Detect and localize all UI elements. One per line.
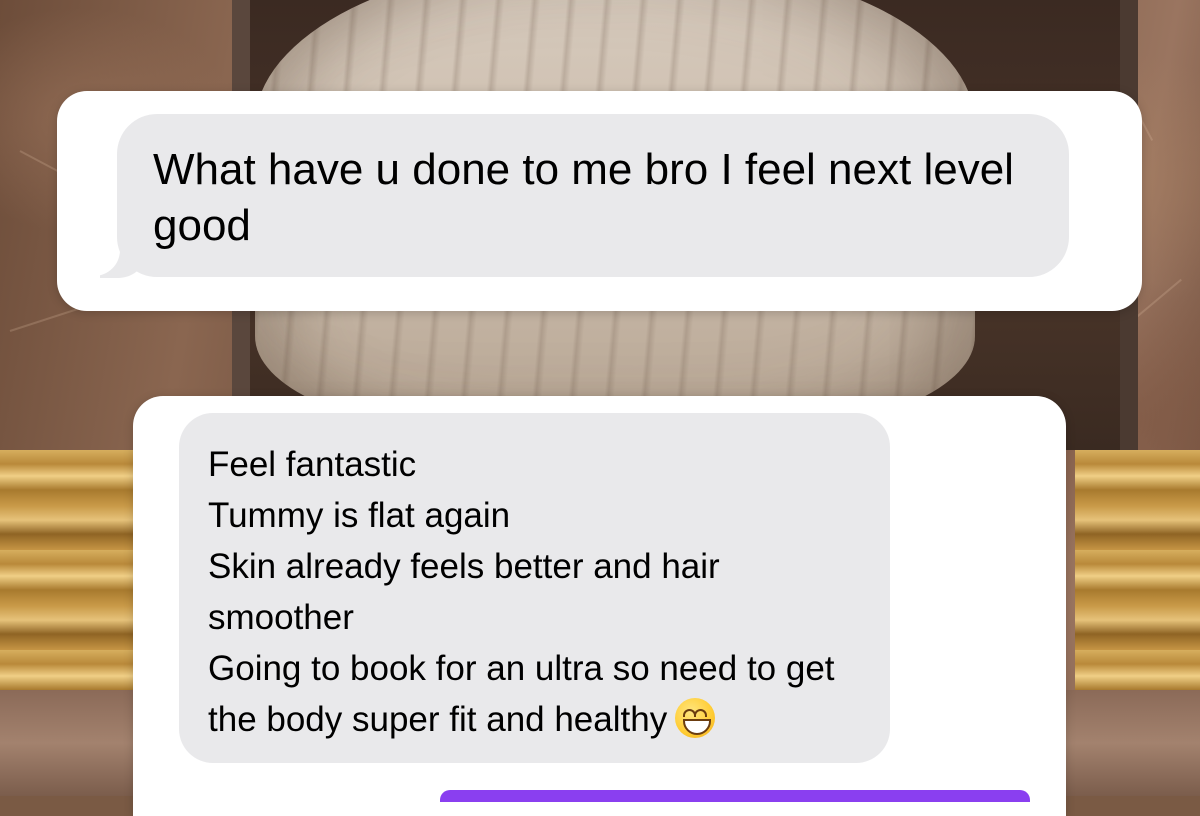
grinning-face-icon bbox=[675, 698, 716, 738]
message-line-text: Going to book for an ultra so need to ge… bbox=[208, 649, 835, 739]
message-line: Tummy is flat again bbox=[208, 496, 511, 535]
message-line: Going to book for an ultra so need to ge… bbox=[208, 643, 860, 745]
message-line: Feel fantastic bbox=[208, 445, 417, 484]
received-message-bubble-long: Feel fantastic Tummy is flat again Skin … bbox=[179, 413, 890, 763]
message-text: What have u done to me bro I feel next l… bbox=[153, 145, 1014, 250]
received-message-bubble: What have u done to me bro I feel next l… bbox=[117, 114, 1069, 277]
message-line: Skin already feels better and hair smoot… bbox=[208, 547, 720, 637]
sent-message-bubble-edge bbox=[440, 790, 1030, 802]
